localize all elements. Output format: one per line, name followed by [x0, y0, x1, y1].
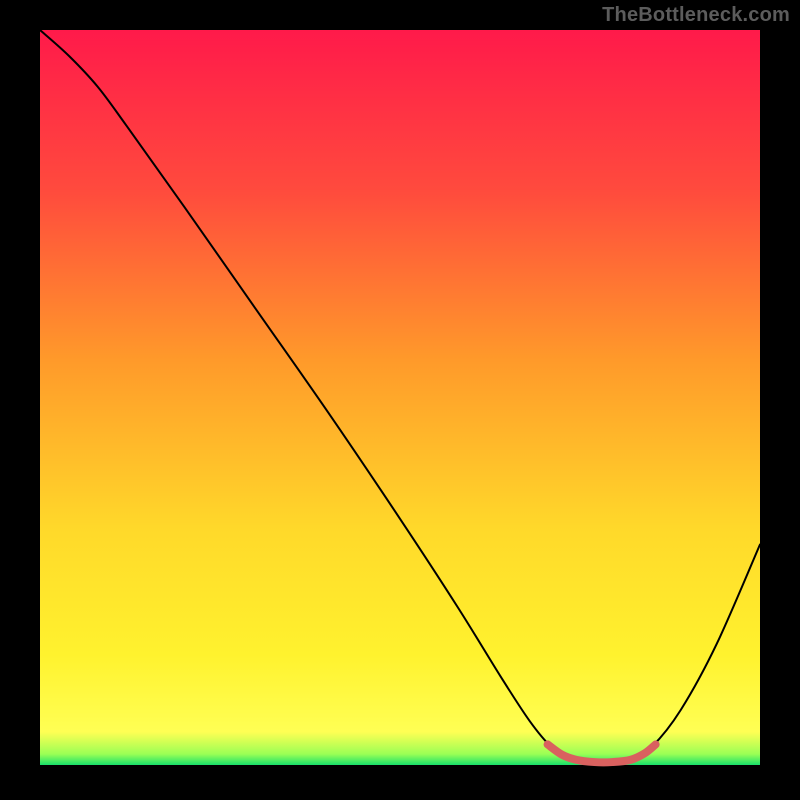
chart-svg	[0, 0, 800, 800]
gradient-background	[40, 30, 760, 765]
chart-stage: TheBottleneck.com	[0, 0, 800, 800]
watermark-label: TheBottleneck.com	[602, 4, 790, 27]
